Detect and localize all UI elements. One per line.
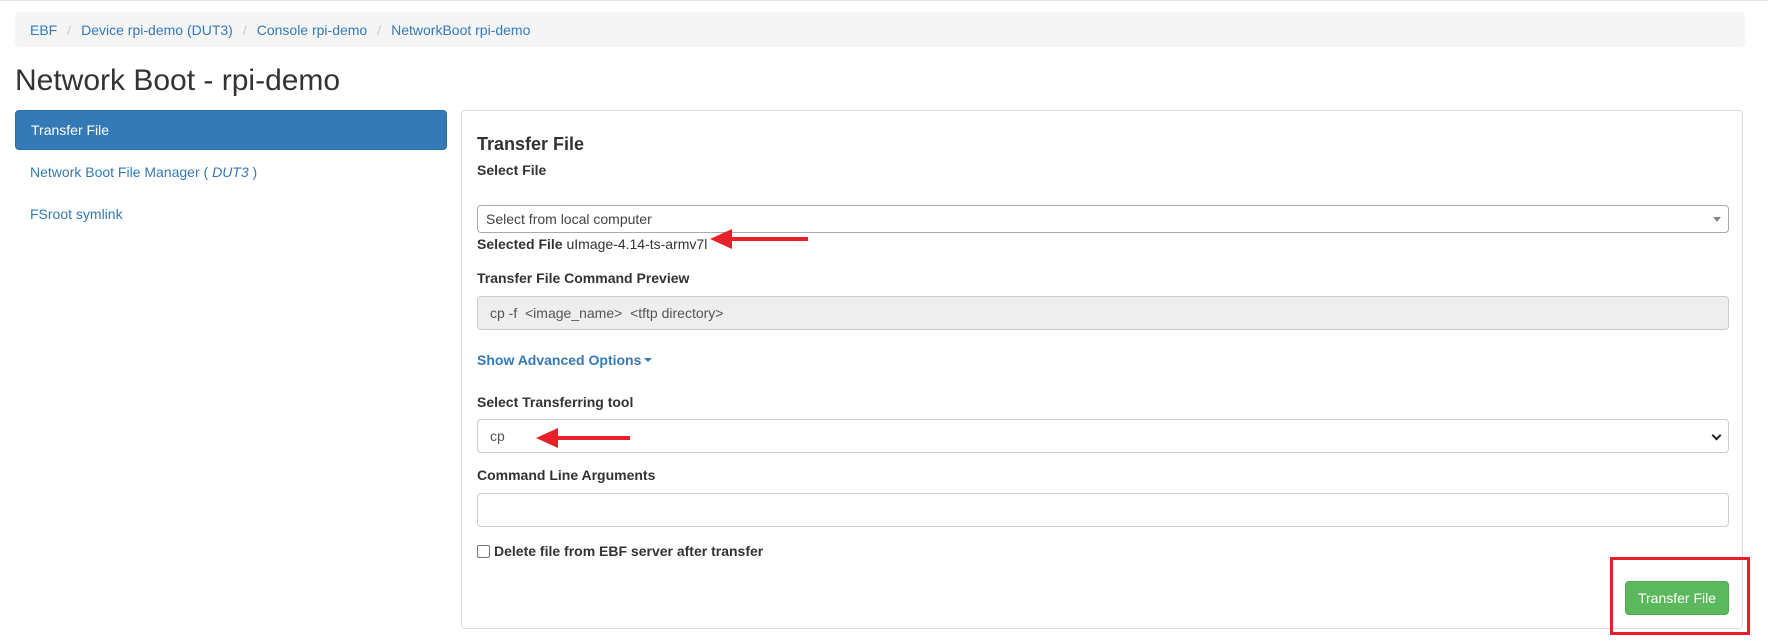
breadcrumb-item-networkboot[interactable]: NetworkBoot rpi-demo xyxy=(391,22,530,38)
caret-down-icon xyxy=(644,358,653,362)
show-advanced-options-link[interactable]: Show Advanced Options xyxy=(477,352,653,368)
command-preview-label: Transfer File Command Preview xyxy=(477,270,690,286)
delete-after-transfer-checkbox[interactable] xyxy=(477,544,490,558)
annotation-arrow-icon xyxy=(536,428,630,448)
cmd-args-label: Command Line Arguments xyxy=(477,467,656,483)
delete-after-transfer-label: Delete file from EBF server after transf… xyxy=(494,543,764,559)
sidebar-item-label: FSroot symlink xyxy=(30,206,123,222)
sidebar-item-transfer-file[interactable]: Transfer File xyxy=(15,110,447,150)
sidebar-item-label: Transfer File xyxy=(31,122,110,138)
sidebar-item-device-tag: DUT3 xyxy=(212,164,249,180)
caret-down-icon xyxy=(1713,217,1721,222)
sidebar-item-label: Network Boot File Manager ( xyxy=(30,164,213,180)
transfer-tool-value: cp xyxy=(490,428,505,444)
annotation-arrow-icon xyxy=(710,229,808,249)
selected-file-info: Selected File uImage-4.14-ts-armv7l xyxy=(477,236,707,252)
annotation-highlight-box xyxy=(1610,557,1750,635)
advanced-options-label: Show Advanced Options xyxy=(477,352,642,368)
delete-after-transfer-row: Delete file from EBF server after transf… xyxy=(477,543,763,559)
sidebar: Transfer File Network Boot File Manager … xyxy=(15,110,447,236)
transfer-file-panel: Transfer File Select File Select from lo… xyxy=(461,110,1743,629)
transfer-tool-select[interactable]: cp xyxy=(477,419,1729,453)
breadcrumb-separator: / xyxy=(377,21,382,38)
select-file-value: Select from local computer xyxy=(486,211,652,227)
select-file-dropdown[interactable]: Select from local computer xyxy=(477,205,1729,233)
cmd-args-input[interactable] xyxy=(477,493,1729,527)
select-file-label: Select File xyxy=(477,162,547,178)
panel-title: Transfer File xyxy=(477,134,585,154)
breadcrumb-separator: / xyxy=(242,21,247,38)
breadcrumb-separator: / xyxy=(67,21,72,38)
chevron-down-icon xyxy=(1711,430,1722,441)
selected-file-value: uImage-4.14-ts-armv7l xyxy=(566,236,708,252)
sidebar-item-fsroot-symlink[interactable]: FSroot symlink xyxy=(15,194,447,234)
breadcrumb: EBF / Device rpi-demo (DUT3) / Console r… xyxy=(15,12,1745,47)
breadcrumb-item-device[interactable]: Device rpi-demo (DUT3) xyxy=(81,22,233,38)
page-title: Network Boot - rpi-demo xyxy=(15,64,341,97)
breadcrumb-item-console[interactable]: Console rpi-demo xyxy=(257,22,368,38)
sidebar-item-file-manager[interactable]: Network Boot File Manager ( DUT3 ) xyxy=(15,152,447,192)
transfer-tool-label: Select Transferring tool xyxy=(477,394,634,410)
command-preview-field: cp -f <image_name> <tftp directory> xyxy=(477,296,1729,330)
breadcrumb-item-ebf[interactable]: EBF xyxy=(30,22,57,38)
top-divider xyxy=(0,0,1768,1)
selected-file-label: Selected File xyxy=(477,236,563,252)
sidebar-item-label-suffix: ) xyxy=(248,164,258,180)
